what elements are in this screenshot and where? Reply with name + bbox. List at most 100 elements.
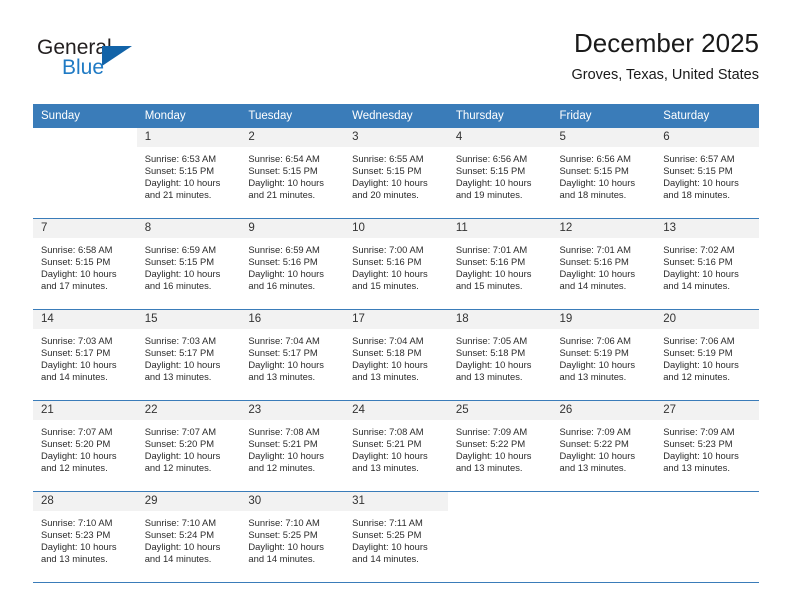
calendar-day-cell[interactable]: 31 Sunrise: 7:11 AM Sunset: 5:25 PM Dayligh… <box>344 491 448 583</box>
column-header-tuesday: Tuesday <box>240 104 345 128</box>
calendar-day-cell[interactable]: 25 Sunrise: 7:09 AM Sunset: 5:22 PM Dayligh… <box>447 400 552 492</box>
sunrise-text: Sunrise: 7:01 AM <box>455 244 528 255</box>
calendar-day-cell[interactable]: 10 Sunrise: 7:00 AM Sunset: 5:16 PM Dayligh… <box>344 218 448 310</box>
calendar-day-cell[interactable]: 28 Sunrise: 7:10 AM Sunset: 5:23 PM Dayligh… <box>33 491 137 583</box>
daylight-text-line2: and 15 minutes. <box>352 280 419 292</box>
daylight-text-line2: and 13 minutes. <box>559 371 627 383</box>
calendar-day-cell[interactable]: 13 Sunrise: 7:02 AM Sunset: 5:16 PM Dayligh… <box>655 218 759 310</box>
daylight-text-line2: and 14 minutes. <box>41 371 108 383</box>
day-details: Sunrise: 7:09 AM Sunset: 5:22 PM Daylight:… <box>552 420 656 474</box>
sunset-text: Sunset: 5:16 PM <box>352 256 422 268</box>
day-details: Sunrise: 7:09 AM Sunset: 5:23 PM Daylight:… <box>655 420 759 474</box>
day-number <box>33 128 137 147</box>
calendar-day-cell[interactable]: 4 Sunrise: 6:56 AM Sunset: 5:15 PM Daylight… <box>447 128 552 219</box>
calendar-day-cell[interactable]: 26 Sunrise: 7:09 AM Sunset: 5:22 PM Dayligh… <box>551 400 656 492</box>
calendar-day-cell[interactable]: 23 Sunrise: 7:08 AM Sunset: 5:21 PM Dayligh… <box>240 400 345 492</box>
day-number: 16 <box>240 310 345 329</box>
calendar-week-row: 7 Sunrise: 6:58 AM Sunset: 5:15 PM Daylight… <box>33 218 759 310</box>
sunrise-text: Sunrise: 7:06 AM <box>663 335 735 346</box>
calendar-week-row: 28 Sunrise: 7:10 AM Sunset: 5:23 PM Dayligh… <box>33 491 759 583</box>
sunset-text: Sunset: 5:20 PM <box>41 438 111 450</box>
daylight-text-line2: and 20 minutes. <box>352 189 419 201</box>
calendar-day-cell[interactable]: 1 Sunrise: 6:53 AM Sunset: 5:15 PM Daylight… <box>136 128 241 219</box>
sunrise-text: Sunrise: 7:06 AM <box>559 335 631 346</box>
day-number: 15 <box>136 310 241 329</box>
sunset-text: Sunset: 5:23 PM <box>41 529 111 541</box>
daylight-text-line1: Daylight: 10 hours <box>248 359 324 371</box>
daylight-text-line1: Daylight: 10 hours <box>455 450 532 462</box>
sunset-text: Sunset: 5:20 PM <box>144 438 215 450</box>
column-header-sunday: Sunday <box>33 104 137 128</box>
calendar-empty-cell <box>551 491 656 583</box>
day-details: Sunrise: 7:03 AM Sunset: 5:17 PM Daylight:… <box>33 329 137 383</box>
day-details: Sunrise: 6:54 AM Sunset: 5:15 PM Daylight:… <box>240 147 344 201</box>
calendar-day-cell[interactable]: 16 Sunrise: 7:04 AM Sunset: 5:17 PM Dayligh… <box>240 309 345 401</box>
calendar-day-cell[interactable]: 17 Sunrise: 7:04 AM Sunset: 5:18 PM Dayligh… <box>344 309 448 401</box>
calendar-page: General Blue December 2025 Groves, Texas… <box>0 0 792 612</box>
calendar-day-cell[interactable]: 11 Sunrise: 7:01 AM Sunset: 5:16 PM Dayligh… <box>447 218 552 310</box>
sunset-text: Sunset: 5:25 PM <box>248 529 318 541</box>
daylight-text-line2: and 16 minutes. <box>144 280 212 292</box>
sunrise-text: Sunrise: 7:00 AM <box>352 244 424 255</box>
day-number: 26 <box>551 401 656 420</box>
calendar-day-cell[interactable]: 15 Sunrise: 7:03 AM Sunset: 5:17 PM Dayligh… <box>136 309 241 401</box>
calendar-day-cell[interactable]: 22 Sunrise: 7:07 AM Sunset: 5:20 PM Dayligh… <box>136 400 241 492</box>
daylight-text-line1: Daylight: 10 hours <box>41 268 117 280</box>
calendar-week-row: 14 Sunrise: 7:03 AM Sunset: 5:17 PM Dayligh… <box>33 309 759 401</box>
daylight-text-line1: Daylight: 10 hours <box>352 177 428 189</box>
calendar-day-cell[interactable]: 19 Sunrise: 7:06 AM Sunset: 5:19 PM Dayligh… <box>551 309 656 401</box>
sunset-text: Sunset: 5:16 PM <box>455 256 526 268</box>
sunrise-text: Sunrise: 6:54 AM <box>248 153 320 164</box>
day-number: 8 <box>136 219 241 238</box>
calendar-day-cell[interactable]: 6 Sunrise: 6:57 AM Sunset: 5:15 PM Daylight… <box>655 128 759 219</box>
calendar-day-cell[interactable]: 20 Sunrise: 7:06 AM Sunset: 5:19 PM Dayligh… <box>655 309 759 401</box>
day-number: 28 <box>33 492 137 511</box>
day-number: 7 <box>33 219 137 238</box>
calendar-week-row: 21 Sunrise: 7:07 AM Sunset: 5:20 PM Dayligh… <box>33 400 759 492</box>
daylight-text-line1: Daylight: 10 hours <box>352 359 428 371</box>
calendar-day-cell[interactable]: 8 Sunrise: 6:59 AM Sunset: 5:15 PM Daylight… <box>136 218 241 310</box>
calendar-day-cell[interactable]: 9 Sunrise: 6:59 AM Sunset: 5:16 PM Daylight… <box>240 218 345 310</box>
day-details: Sunrise: 7:07 AM Sunset: 5:20 PM Daylight:… <box>33 420 137 474</box>
calendar-day-cell[interactable]: 3 Sunrise: 6:55 AM Sunset: 5:15 PM Daylight… <box>344 128 448 219</box>
sunrise-text: Sunrise: 6:59 AM <box>144 244 217 255</box>
sunset-text: Sunset: 5:22 PM <box>455 438 526 450</box>
day-number: 24 <box>344 401 448 420</box>
calendar-day-cell[interactable]: 12 Sunrise: 7:01 AM Sunset: 5:16 PM Dayligh… <box>551 218 656 310</box>
daylight-text-line2: and 14 minutes. <box>663 280 730 292</box>
daylight-text-line1: Daylight: 10 hours <box>352 541 428 553</box>
column-header-thursday: Thursday <box>447 104 552 128</box>
calendar-day-cell[interactable]: 7 Sunrise: 6:58 AM Sunset: 5:15 PM Daylight… <box>33 218 137 310</box>
sunset-text: Sunset: 5:25 PM <box>352 529 422 541</box>
sunrise-text: Sunrise: 6:57 AM <box>663 153 735 164</box>
daylight-text-line2: and 18 minutes. <box>559 189 627 201</box>
daylight-text-line1: Daylight: 10 hours <box>248 268 324 280</box>
daylight-text-line1: Daylight: 10 hours <box>248 450 324 462</box>
day-details: Sunrise: 6:56 AM Sunset: 5:15 PM Daylight:… <box>448 147 552 201</box>
calendar-day-cell[interactable]: 24 Sunrise: 7:08 AM Sunset: 5:21 PM Dayligh… <box>344 400 448 492</box>
daylight-text-line1: Daylight: 10 hours <box>663 177 739 189</box>
calendar-day-cell[interactable]: 2 Sunrise: 6:54 AM Sunset: 5:15 PM Daylight… <box>240 128 345 219</box>
sunrise-text: Sunrise: 7:09 AM <box>663 426 735 437</box>
calendar-day-cell[interactable]: 5 Sunrise: 6:56 AM Sunset: 5:15 PM Daylight… <box>551 128 656 219</box>
calendar-day-cell[interactable]: 29 Sunrise: 7:10 AM Sunset: 5:24 PM Dayligh… <box>136 491 241 583</box>
day-number <box>447 492 552 511</box>
calendar-day-cell[interactable]: 27 Sunrise: 7:09 AM Sunset: 5:23 PM Dayligh… <box>655 400 759 492</box>
sunrise-text: Sunrise: 7:11 AM <box>352 517 423 528</box>
calendar-day-cell[interactable]: 21 Sunrise: 7:07 AM Sunset: 5:20 PM Dayligh… <box>33 400 137 492</box>
sunrise-text: Sunrise: 7:10 AM <box>144 517 217 528</box>
sunrise-text: Sunrise: 7:07 AM <box>41 426 113 437</box>
day-details: Sunrise: 6:58 AM Sunset: 5:15 PM Daylight:… <box>33 238 137 292</box>
sunset-text: Sunset: 5:15 PM <box>663 165 733 177</box>
sunset-text: Sunset: 5:24 PM <box>144 529 215 541</box>
daylight-text-line1: Daylight: 10 hours <box>248 177 324 189</box>
day-details: Sunrise: 7:02 AM Sunset: 5:16 PM Daylight:… <box>655 238 759 292</box>
day-details: Sunrise: 6:59 AM Sunset: 5:16 PM Daylight:… <box>240 238 344 292</box>
calendar-day-cell[interactable]: 14 Sunrise: 7:03 AM Sunset: 5:17 PM Dayligh… <box>33 309 137 401</box>
day-details: Sunrise: 7:00 AM Sunset: 5:16 PM Daylight:… <box>344 238 448 292</box>
day-number: 30 <box>240 492 345 511</box>
calendar-day-cell[interactable]: 30 Sunrise: 7:10 AM Sunset: 5:25 PM Dayligh… <box>240 491 345 583</box>
calendar-day-cell[interactable]: 18 Sunrise: 7:05 AM Sunset: 5:18 PM Dayligh… <box>447 309 552 401</box>
daylight-text-line2: and 13 minutes. <box>144 371 212 383</box>
generalblue-logo[interactable]: General Blue <box>37 36 217 90</box>
